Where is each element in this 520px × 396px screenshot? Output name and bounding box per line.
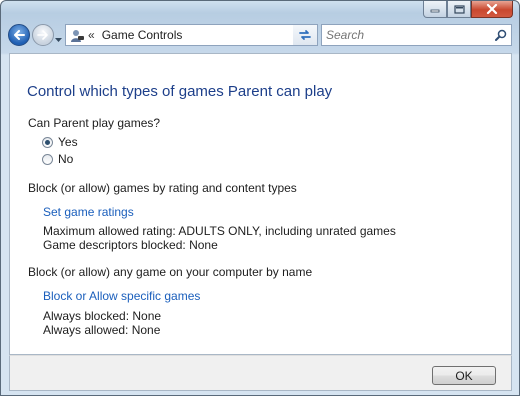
radio-yes[interactable]: Yes	[42, 135, 78, 149]
play-games-question: Can Parent play games?	[28, 116, 161, 130]
always-allowed-text: Always allowed: None	[43, 323, 161, 337]
descriptors-blocked-text: Game descriptors blocked: None	[43, 238, 218, 252]
always-blocked-text: Always blocked: None	[43, 309, 162, 323]
chevron-down-icon	[55, 38, 62, 42]
max-rating-text: Maximum allowed rating: ADULTS ONLY, inc…	[43, 224, 396, 238]
close-button[interactable]	[471, 1, 513, 18]
search-box[interactable]	[321, 24, 512, 46]
game-controls-window: « Game Controls Control which types of g…	[0, 0, 520, 396]
refresh-button[interactable]	[293, 24, 318, 46]
radio-button-checked[interactable]	[42, 136, 53, 148]
window-buttons	[423, 1, 513, 18]
search-icon[interactable]	[495, 29, 507, 41]
rating-section-title: Block (or allow) games by rating and con…	[28, 181, 297, 195]
title-bar	[1, 1, 519, 21]
arrow-right-icon	[37, 30, 48, 40]
recent-pages-dropdown[interactable]	[55, 32, 62, 46]
block-allow-games-link[interactable]: Block or Allow specific games	[43, 289, 200, 303]
minimize-icon	[430, 9, 440, 13]
address-overflow-chevron[interactable]: «	[88, 28, 95, 42]
radio-no-label[interactable]: No	[58, 152, 73, 166]
maximize-button[interactable]	[447, 1, 471, 18]
forward-button[interactable]	[32, 24, 54, 46]
page-title: Control which types of games Parent can …	[27, 83, 333, 100]
name-section-title: Block (or allow) any game on your comput…	[28, 265, 313, 279]
footer-bar: OK	[9, 355, 512, 391]
radio-yes-label[interactable]: Yes	[58, 135, 78, 149]
radio-button-unchecked[interactable]	[42, 153, 53, 165]
minimize-button[interactable]	[423, 1, 447, 18]
game-controls-icon	[69, 27, 85, 43]
ok-button[interactable]: OK	[432, 366, 496, 385]
breadcrumb-game-controls[interactable]: Game Controls	[102, 28, 183, 42]
search-input[interactable]	[326, 28, 486, 42]
arrow-left-icon	[14, 30, 25, 40]
back-button[interactable]	[8, 24, 30, 46]
set-game-ratings-link[interactable]: Set game ratings	[43, 205, 134, 219]
refresh-icon	[299, 30, 311, 40]
radio-no[interactable]: No	[42, 152, 73, 166]
maximize-icon	[453, 4, 465, 14]
close-icon	[486, 4, 498, 14]
navigation-toolbar: « Game Controls	[1, 22, 519, 50]
content-pane: Control which types of games Parent can …	[9, 53, 512, 355]
address-bar[interactable]: « Game Controls	[65, 24, 318, 46]
